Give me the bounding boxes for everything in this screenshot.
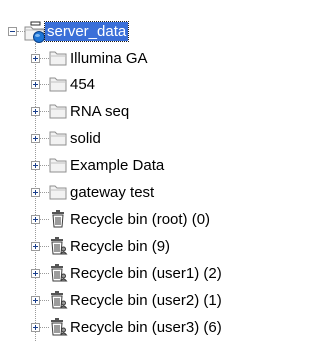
expand-toggle[interactable] <box>31 134 40 143</box>
folder-icon <box>49 76 67 92</box>
tree-connector <box>40 300 49 301</box>
tree-connector <box>40 246 49 247</box>
tree-item-recycle-bin[interactable]: Recycle bin (user1) (2) <box>68 264 224 283</box>
expand-toggle[interactable] <box>31 215 40 224</box>
expand-toggle[interactable] <box>31 323 40 332</box>
tree-item-recycle-bin[interactable]: Recycle bin (9) <box>68 237 172 256</box>
tree-connector <box>40 192 49 193</box>
folder-icon <box>49 50 67 66</box>
tree-item-folder[interactable]: gateway test <box>68 183 156 202</box>
expand-toggle[interactable] <box>31 242 40 251</box>
user-recycle-bin-icon <box>50 237 68 255</box>
tree-connector <box>40 273 49 274</box>
expand-toggle[interactable] <box>31 80 40 89</box>
tree-connector <box>40 219 49 220</box>
expand-toggle[interactable] <box>31 296 40 305</box>
tree-item-folder[interactable]: RNA seq <box>68 102 131 121</box>
tree-connector <box>40 327 49 328</box>
user-recycle-bin-icon <box>50 291 68 309</box>
tree-connector <box>40 84 49 85</box>
server-folder-icon[interactable] <box>24 21 46 43</box>
user-recycle-bin-icon <box>50 318 68 336</box>
folder-icon <box>49 184 67 200</box>
folder-icon <box>49 157 67 173</box>
navigation-tree: server_data Illumina GA 454 RNA seq soli… <box>0 0 298 344</box>
tree-item-folder[interactable]: Illumina GA <box>68 49 150 68</box>
tree-item-folder[interactable]: 454 <box>68 75 97 94</box>
tree-item-recycle-bin[interactable]: Recycle bin (user3) (6) <box>68 318 224 337</box>
folder-icon <box>49 103 67 119</box>
expand-toggle[interactable] <box>31 54 40 63</box>
tree-item-folder[interactable]: solid <box>68 129 103 148</box>
collapse-toggle[interactable] <box>8 27 17 36</box>
expand-toggle[interactable] <box>31 188 40 197</box>
tree-item-recycle-bin[interactable]: Recycle bin (user2) (1) <box>68 291 224 310</box>
expand-toggle[interactable] <box>31 107 40 116</box>
tree-connector <box>40 111 49 112</box>
tree-item-folder[interactable]: Example Data <box>68 156 166 175</box>
tree-connector <box>40 165 49 166</box>
user-recycle-bin-icon <box>50 264 68 282</box>
folder-icon <box>49 130 67 146</box>
tree-item-server-data[interactable]: server_data <box>43 21 130 42</box>
expand-toggle[interactable] <box>31 161 40 170</box>
recycle-bin-icon <box>51 210 65 228</box>
tree-item-recycle-bin[interactable]: Recycle bin (root) (0) <box>68 210 212 229</box>
tree-connector <box>40 58 49 59</box>
expand-toggle[interactable] <box>31 269 40 278</box>
tree-connector <box>40 138 49 139</box>
